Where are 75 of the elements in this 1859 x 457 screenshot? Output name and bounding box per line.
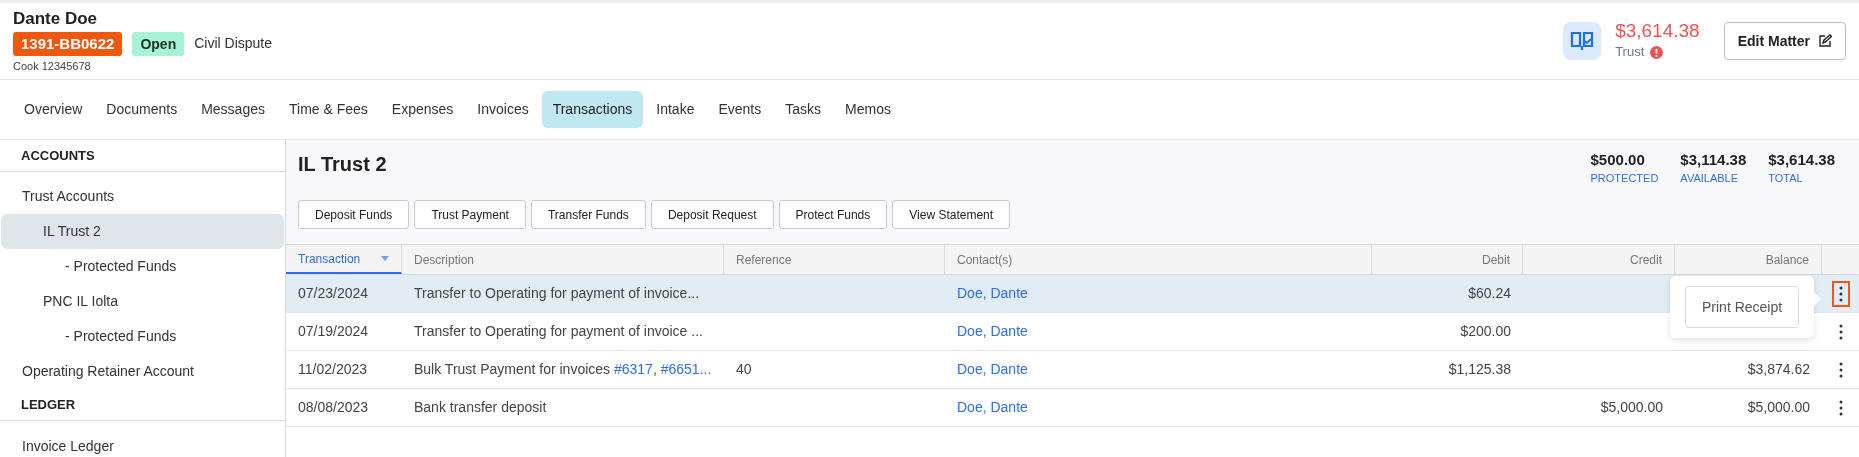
table-cell: $5,000.00 [1747,399,1810,415]
section-heading: ACCOUNTS [0,140,285,172]
table-cell: Transfer to Operating for payment of invoice ... [414,323,703,339]
table-cell: $200.00 [1460,323,1511,339]
sidebar-item[interactable]: Operating Retainer Account [1,354,284,389]
table-cell: $60.24 [1468,285,1511,301]
table-cell: Transfer to Operating for payment of invoice... [414,285,700,301]
total-label: TOTAL [1768,171,1803,186]
nav-tab[interactable]: Documents [95,91,189,128]
matter-name: Dante Doe [13,7,98,30]
column-header[interactable]: Description [402,245,724,274]
sidebar-item[interactable]: IL Trust 2 [1,214,284,249]
section-heading: LEDGER [0,389,285,421]
table-cell: 07/23/2024 [298,285,369,301]
nav-tab[interactable]: Time & Fees [278,91,379,128]
contact-link[interactable]: Doe, Dante [957,323,1028,339]
total-label: PROTECTED [1590,171,1659,186]
action-button[interactable]: Protect Funds [778,200,888,229]
edit-matter-button[interactable]: Edit Matter [1723,22,1846,60]
nav-tab[interactable]: Overview [13,91,94,128]
status-badge: Open [132,31,185,56]
sort-caret-icon [381,256,389,261]
table-row[interactable]: 08/08/2023 Bank transfer deposit Doe, Dante $5,000.00 $5,000.00 [286,389,1859,427]
edit-icon [1818,34,1832,48]
action-button[interactable]: Transfer Funds [530,200,646,229]
table-row[interactable]: 11/02/2023 Bulk Trust Payment for invoices #6317, #6651... 40 Doe, Dante $1,125.38 $3,874.62 [286,351,1859,389]
action-button[interactable]: Trust Payment [414,200,526,229]
column-header[interactable]: Credit [1523,245,1675,274]
contact-link[interactable]: Doe, Dante [957,399,1028,415]
table-cell: $5,000.00 [1600,399,1663,415]
invoice-link[interactable]: #6317 [613,361,653,377]
trust-label: Trust [1615,43,1645,62]
nav-tab[interactable]: Messages [190,91,276,128]
invoice-link[interactable]: #6651... [660,361,712,377]
more-options-icon[interactable] [1833,282,1848,305]
sidebar-item[interactable]: Invoice Ledger [1,429,284,457]
sidebar-item[interactable]: - Protected Funds [1,319,284,354]
contact-link[interactable]: Doe, Dante [957,285,1028,301]
table-cell: $1,125.38 [1448,361,1511,377]
nav-tab[interactable]: Intake [645,91,706,128]
total-amount: $3,614.38 [1768,150,1835,170]
column-header[interactable]: Debit [1372,245,1523,274]
matter-subtitle: Cook 12345678 [13,58,91,74]
total-label: AVAILABLE [1680,171,1739,186]
sidebar-item[interactable]: PNC IL Iolta [1,284,284,319]
sidebar-item[interactable]: - Protected Funds [1,249,284,284]
trust-amount: $3,614.38 [1615,20,1700,43]
matter-number-badge: 1391-BB0622 [13,31,123,56]
matter-type: Civil Dispute [194,34,272,54]
nav-tab[interactable]: Transactions [541,91,644,128]
table-cell: 08/08/2023 [298,399,369,415]
table-cell: Bank transfer deposit [414,399,547,415]
total-amount: $500.00 [1590,150,1646,170]
contact-link[interactable]: Doe, Dante [957,361,1028,377]
table-cell: 07/19/2024 [298,323,369,339]
table-cell: $3,874.62 [1747,361,1810,377]
nav-tab[interactable]: Expenses [380,91,465,128]
print-receipt-button[interactable]: Print Receipt [1685,286,1800,328]
account-title: IL Trust 2 [298,152,388,177]
nav-tab[interactable]: Tasks [774,91,833,128]
table-cell: 40 [736,361,752,377]
column-header[interactable]: Contact(s) [945,245,1372,274]
nav-tab[interactable]: Invoices [466,91,540,128]
table-cell: 11/02/2023 [298,361,368,377]
action-button[interactable]: View Statement [892,200,1011,229]
column-header[interactable]: Balance [1675,245,1822,274]
nav-tab[interactable]: Memos [834,91,902,128]
column-header[interactable]: Reference [724,245,945,274]
total-amount: $3,114.38 [1680,150,1747,170]
table-cell: Bulk Trust Payment for invoices #6317, #6651... [414,361,712,377]
action-button[interactable]: Deposit Request [650,200,774,229]
sidebar-item[interactable]: Trust Accounts [1,179,284,214]
nav-tab[interactable]: Events [707,91,773,128]
trust-book-icon[interactable] [1563,22,1602,60]
action-button[interactable]: Deposit Funds [298,200,410,229]
